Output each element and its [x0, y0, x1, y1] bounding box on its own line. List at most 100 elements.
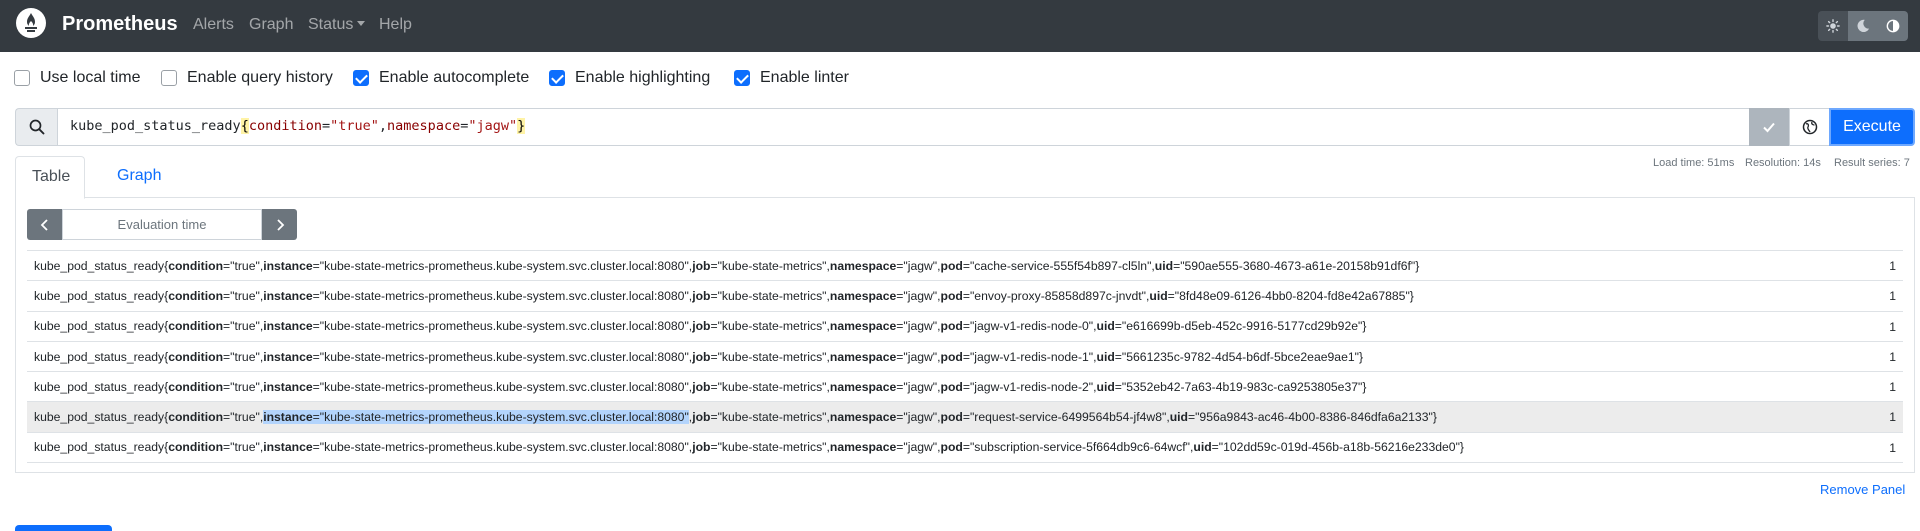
theme-toggle-group	[1818, 11, 1908, 41]
equals: =	[896, 258, 904, 273]
metric-name: kube_pod_status_ready	[34, 379, 165, 394]
label-value: "envoy-proxy-85858d897c-jnvdt"	[969, 288, 1146, 303]
label-name: job	[692, 440, 711, 455]
equals: =	[896, 288, 904, 303]
label-value: "102dd59c-019d-456b-a18b-56216e233de0"	[1218, 440, 1460, 455]
equals: =	[896, 319, 904, 334]
label-value: "jagw-v1-redis-node-1"	[969, 349, 1094, 364]
equals: =	[710, 349, 718, 364]
label-name: pod	[940, 288, 963, 303]
label-name: condition	[168, 258, 224, 273]
equals: =	[896, 410, 904, 425]
label-name: namespace	[829, 379, 897, 394]
query-history-checkbox[interactable]	[161, 70, 177, 86]
nav-help[interactable]: Help	[379, 16, 412, 34]
label-name: uid	[1154, 258, 1174, 273]
equals: =	[962, 410, 970, 425]
equals: =	[223, 258, 231, 273]
execute-button[interactable]: Execute	[1829, 108, 1915, 146]
search-icon	[15, 108, 57, 146]
theme-auto-button[interactable]	[1878, 11, 1908, 41]
label-value: "jagw"	[903, 288, 938, 303]
autocomplete-checkbox[interactable]	[353, 70, 369, 86]
equals: =	[710, 319, 718, 334]
label-name: uid	[1193, 440, 1212, 455]
label-value: "kube-state-metrics"	[717, 288, 827, 303]
sun-icon	[1826, 19, 1840, 33]
option-enable-autocomplete[interactable]: Enable autocomplete	[353, 69, 529, 87]
query-expression-input[interactable]: kube_pod_status_ready{condition="true",n…	[57, 108, 1749, 146]
moon-icon	[1857, 19, 1870, 33]
label-name: namespace	[829, 440, 897, 455]
option-label: Enable query history	[187, 69, 333, 86]
linter-checkbox[interactable]	[734, 70, 750, 86]
label-name: pod	[940, 258, 963, 273]
equals: =	[710, 379, 718, 394]
option-use-local-time[interactable]: Use local time	[14, 69, 140, 87]
theme-dark-button[interactable]	[1848, 11, 1878, 41]
option-enable-query-history[interactable]: Enable query history	[161, 69, 333, 87]
evaluation-time-input[interactable]: Evaluation time	[62, 209, 262, 240]
label-value: "590ae555-3680-4673-a61e-20158b91df6f"	[1180, 258, 1416, 273]
label-value: "true"	[230, 379, 260, 394]
equals: =	[223, 379, 231, 394]
option-enable-linter[interactable]: Enable linter	[734, 69, 849, 87]
label-name: instance	[263, 258, 313, 273]
label-value: "kube-state-metrics"	[717, 349, 827, 364]
panel-tabs: Table Graph	[15, 156, 1915, 199]
equals: =	[312, 288, 320, 303]
theme-light-button[interactable]	[1818, 11, 1848, 41]
nav-status-label: Status	[308, 16, 354, 33]
label-value: "jagw-v1-redis-node-2"	[969, 379, 1094, 394]
close-brace: }	[1358, 349, 1364, 364]
eval-time-forward-button[interactable]	[262, 209, 297, 240]
brand-title[interactable]: Prometheus	[62, 13, 178, 36]
nav-alerts[interactable]: Alerts	[193, 16, 234, 34]
prometheus-logo-icon[interactable]	[16, 8, 46, 38]
label-name: instance	[263, 319, 313, 334]
label-value: "e616699b-d5eb-452c-9916-5177cd29b92e"	[1121, 319, 1363, 334]
add-panel-button[interactable]	[15, 525, 112, 531]
eval-time-back-button[interactable]	[27, 209, 62, 240]
tab-graph[interactable]: Graph	[101, 156, 177, 198]
table-row: kube_pod_status_ready{condition = "true", …	[27, 280, 1903, 310]
metric-name: kube_pod_status_ready	[34, 319, 165, 334]
label-name: uid	[1169, 410, 1188, 425]
use-local-time-checkbox[interactable]	[14, 70, 30, 86]
option-enable-highlighting[interactable]: Enable highlighting	[549, 69, 710, 87]
query-operator: =	[321, 118, 331, 134]
label-name: condition	[168, 379, 224, 394]
query-label-name: namespace	[387, 118, 461, 134]
equals: =	[710, 440, 718, 455]
metric-name: kube_pod_status_ready	[34, 258, 165, 273]
label-value: "kube-state-metrics"	[717, 319, 827, 334]
label-name: pod	[940, 319, 963, 334]
label-value: "jagw"	[903, 379, 938, 394]
text-selection: instance="kube-state-metrics-prometheus.…	[263, 410, 689, 425]
equals: =	[312, 379, 320, 394]
label-value: "kube-state-metrics-prometheus.kube-syst…	[319, 349, 689, 364]
equals: =	[312, 258, 320, 273]
label-name: condition	[168, 410, 224, 425]
equals: =	[710, 288, 718, 303]
lint-status-button[interactable]	[1749, 108, 1789, 146]
equals: =	[312, 319, 320, 334]
label-name: job	[692, 379, 711, 394]
query-close-brace: }	[517, 118, 526, 134]
highlighting-checkbox[interactable]	[549, 70, 565, 86]
label-value: "true"	[230, 410, 260, 425]
equals: =	[896, 440, 904, 455]
label-value: "jagw"	[903, 410, 938, 425]
nav-status[interactable]: Status	[308, 16, 366, 34]
query-label-value: "jagw"	[468, 118, 518, 134]
remove-panel-link[interactable]: Remove Panel	[1820, 482, 1905, 497]
label-name: uid	[1096, 349, 1115, 364]
tab-table[interactable]: Table	[15, 156, 85, 199]
equals: =	[312, 440, 320, 455]
query-metric: kube_pod_status_ready	[70, 118, 241, 134]
metric-name: kube_pod_status_ready	[34, 349, 165, 364]
nav-graph[interactable]: Graph	[249, 16, 293, 34]
metrics-explorer-button[interactable]	[1789, 108, 1829, 146]
label-name: job	[692, 410, 711, 425]
label-name: instance	[263, 410, 313, 425]
